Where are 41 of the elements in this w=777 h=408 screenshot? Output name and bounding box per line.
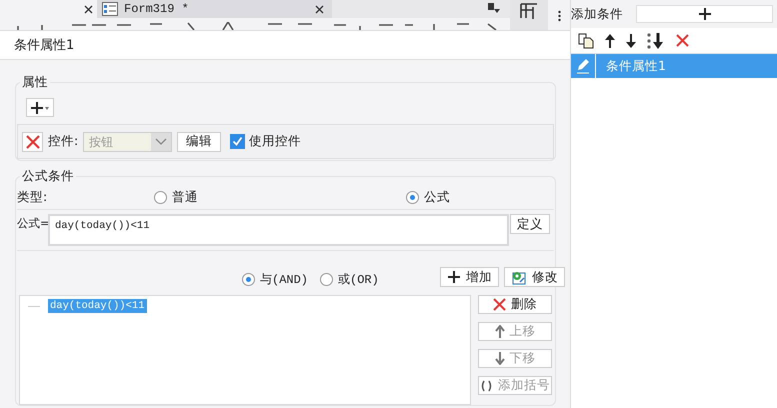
pin-icon[interactable]	[488, 3, 500, 15]
dialog-title: 条件属性1	[14, 37, 74, 54]
type-radio[interactable]: 普通	[154, 188, 198, 206]
type-label: 类型:	[17, 188, 48, 206]
grid-icon[interactable]	[520, 3, 538, 19]
down-arrow-icon	[494, 352, 504, 365]
plus-icon	[447, 270, 461, 284]
use-control-checkbox[interactable]: 使用控件	[230, 133, 302, 150]
checkmark-icon	[232, 136, 244, 147]
chevron-down-icon	[155, 138, 168, 146]
logic-radio[interactable]: 与(AND)	[242, 271, 308, 288]
edit-gear-icon	[511, 270, 527, 284]
more-icon[interactable]	[558, 10, 560, 22]
panel-title: 添加条件	[571, 6, 623, 22]
up-arrow-icon[interactable]	[605, 34, 615, 48]
edit-button[interactable]: 编辑	[177, 132, 222, 152]
brackets-icon	[480, 380, 493, 392]
up-arrow-icon	[494, 325, 504, 338]
modify-button[interactable]: 修改	[504, 267, 565, 287]
add-dropdown-button[interactable]	[26, 98, 54, 117]
delete-button[interactable]: 删除	[478, 295, 552, 314]
define-button[interactable]: 定义	[510, 214, 550, 234]
form-icon	[102, 2, 118, 16]
control-label: 控件:	[48, 133, 78, 150]
close-icon[interactable]	[315, 4, 324, 14]
logic-radio[interactable]: 或(OR)	[320, 271, 379, 288]
group-title: 公式条件	[21, 168, 75, 185]
type-radio[interactable]: 公式	[406, 188, 450, 206]
remove-button[interactable]	[22, 132, 43, 152]
down-arrow-icon[interactable]	[626, 34, 636, 48]
copy-icon[interactable]	[578, 32, 594, 48]
move-to-bottom-icon[interactable]	[647, 32, 665, 48]
delete-icon[interactable]	[676, 34, 689, 47]
delete-icon	[493, 298, 506, 311]
group-title: 属性	[21, 74, 49, 91]
document-tab[interactable]: Form319 *	[97, 0, 332, 18]
plus-icon	[698, 8, 710, 20]
formula-field[interactable]: day(today())<11	[48, 214, 509, 246]
add-button[interactable]: 增加	[440, 267, 499, 287]
close-icon[interactable]	[84, 4, 93, 14]
pencil-icon	[575, 58, 591, 74]
